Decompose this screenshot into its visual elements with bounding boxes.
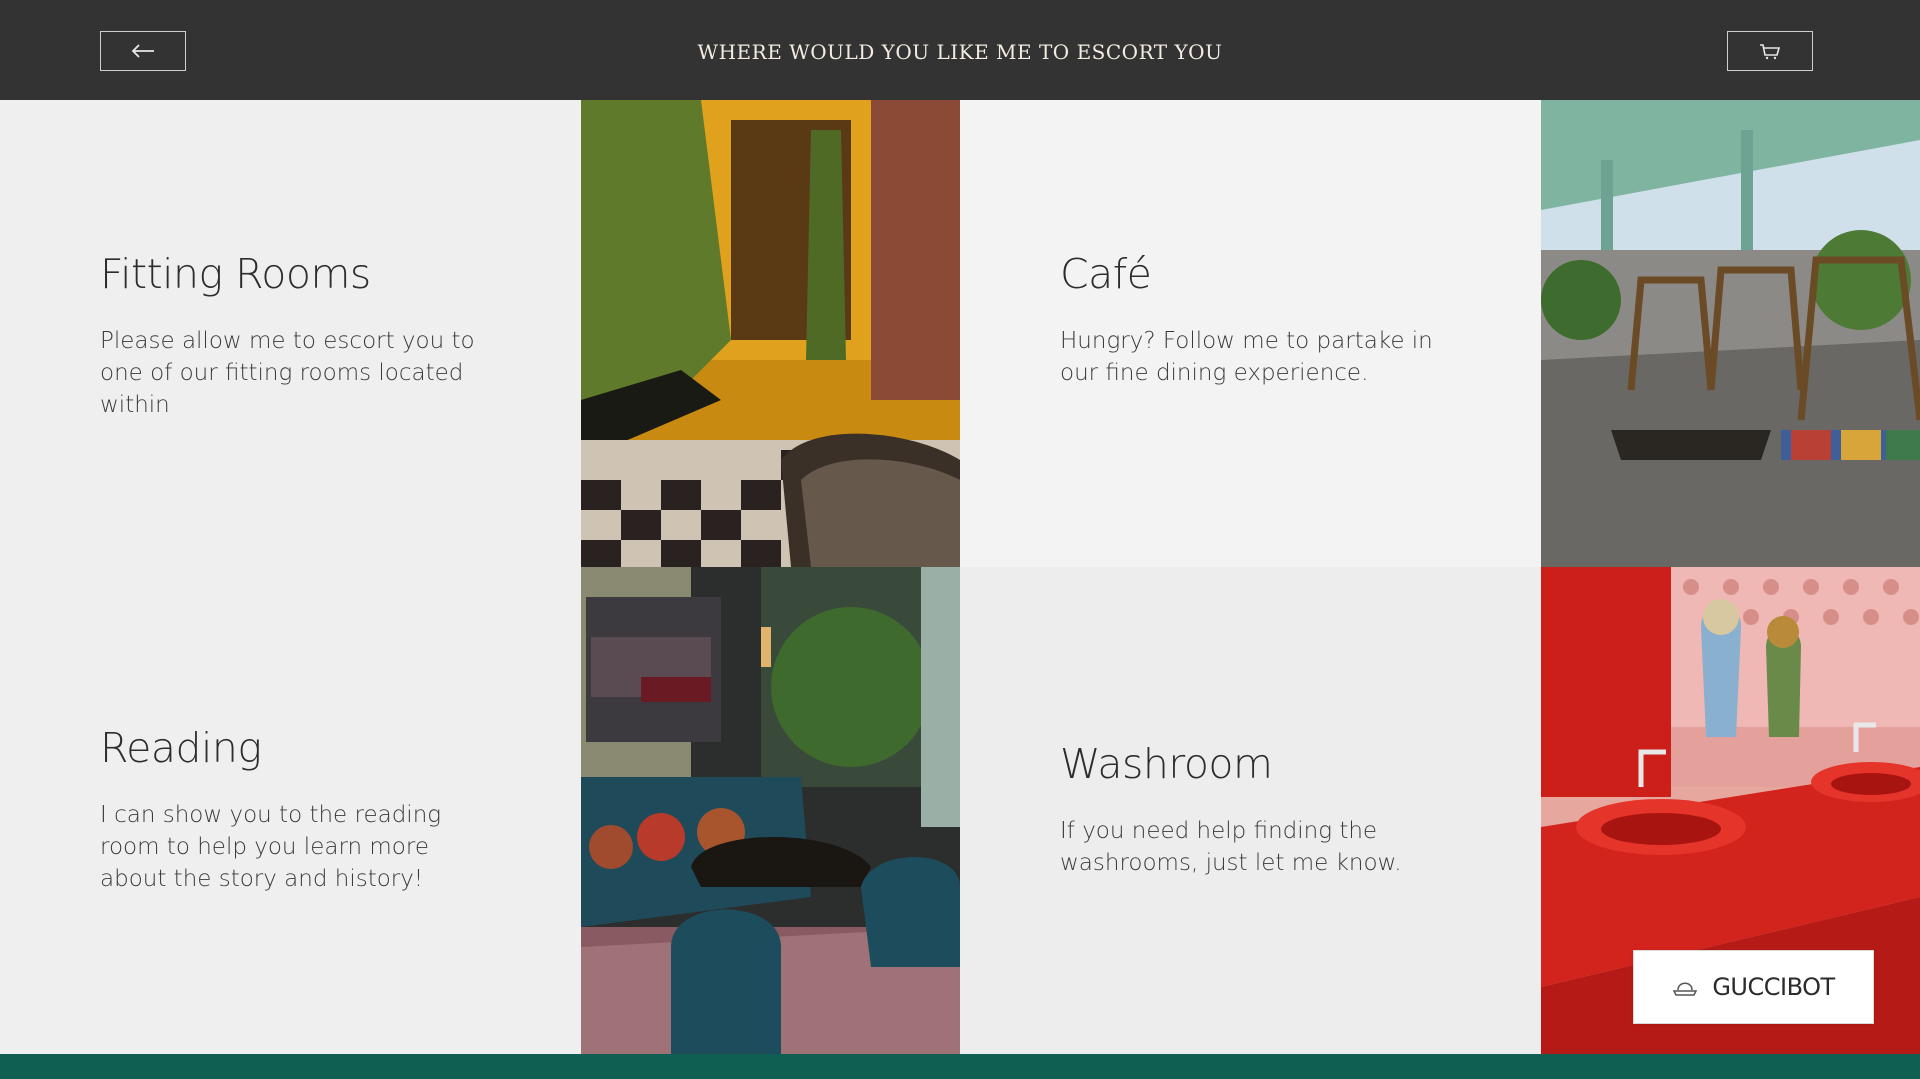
tile-title: Reading (100, 724, 262, 772)
tile-description: If you need help finding the washrooms, … (1060, 818, 1402, 876)
fitting-room-photo[interactable] (581, 100, 960, 567)
tile-fitting-rooms[interactable]: Fitting Rooms Please allow me to escort … (0, 100, 581, 567)
tile-description: I can show you to the reading room to he… (100, 802, 442, 892)
guccibot-label: GUCCIBOT (1712, 973, 1835, 1001)
guccibot-button[interactable]: GUCCIBOT (1633, 950, 1874, 1024)
cafe-photo[interactable] (1541, 100, 1920, 567)
bottom-accent-bar (0, 1054, 1920, 1079)
shopping-cart-icon (1760, 44, 1781, 60)
tile-washroom[interactable]: Washroom If you need help finding the wa… (960, 567, 1541, 1054)
tile-title: Washroom (1060, 740, 1273, 788)
tile-title: Café (1060, 250, 1152, 298)
tile-title: Fitting Rooms (100, 250, 371, 298)
tile-cafe[interactable]: Café Hungry? Follow me to partake in our… (960, 100, 1541, 567)
reading-room-photo[interactable] (581, 567, 960, 1054)
top-bar: WHERE WOULD YOU LIKE ME TO ESCORT YOU (0, 0, 1920, 100)
cart-button[interactable] (1727, 31, 1813, 71)
page-title: WHERE WOULD YOU LIKE ME TO ESCORT YOU (697, 40, 1223, 64)
tile-description: Please allow me to escort you to one of … (100, 328, 475, 418)
tile-reading[interactable]: Reading I can show you to the reading ro… (0, 567, 581, 1054)
tile-description: Hungry? Follow me to partake in our fine… (1060, 328, 1433, 386)
bot-hat-icon (1673, 982, 1698, 996)
